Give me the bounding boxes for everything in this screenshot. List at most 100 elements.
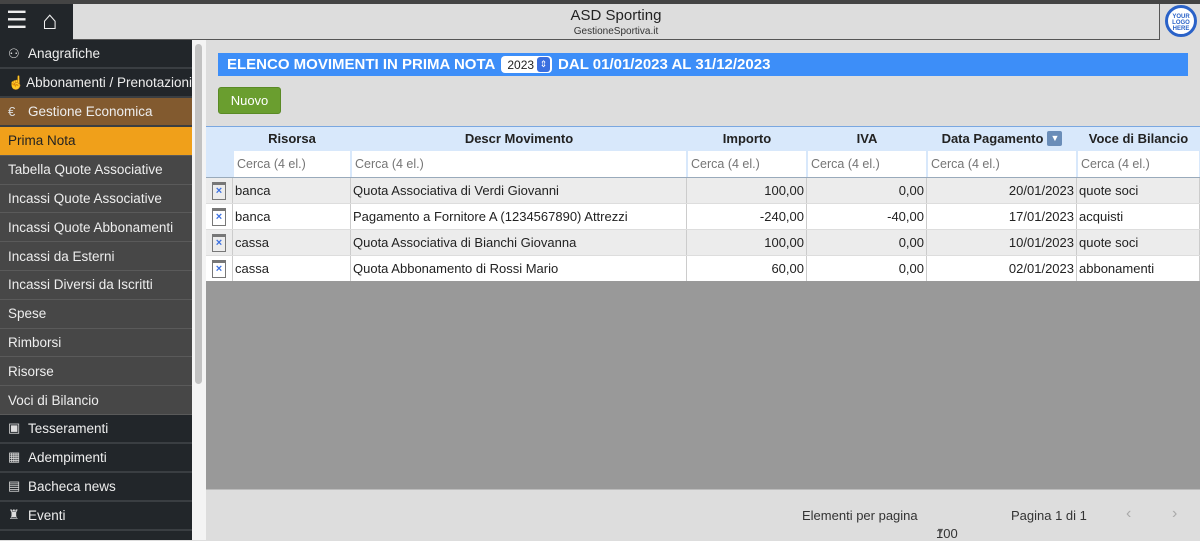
app-subtitle: GestioneSportiva.it xyxy=(573,26,659,37)
app-title: ASD Sporting xyxy=(570,7,662,24)
sidebar-item-label: Incassi Quote Associative xyxy=(8,190,162,206)
cell-descr: Quota Abbonamento di Rossi Mario xyxy=(351,256,687,281)
sort-desc-icon[interactable]: ▼ xyxy=(1047,131,1063,146)
table-row[interactable]: × cassa Quota Abbonamento di Rossi Mario 60… xyxy=(206,256,1200,282)
sidebar-item-bacheca-news[interactable]: ▤ Bacheca news xyxy=(0,473,192,502)
cell-descr: Quota Associativa di Bianchi Giovanna xyxy=(351,230,687,255)
newspaper-icon: ▤ xyxy=(8,478,21,494)
page-info: Pagina 1 di 1 xyxy=(1011,508,1087,523)
next-page-icon[interactable]: › xyxy=(1172,505,1177,523)
sidebar-item-eventi[interactable]: ♜ Eventi xyxy=(0,502,192,531)
filter-risorsa[interactable] xyxy=(234,150,350,177)
trash-icon: × xyxy=(212,181,226,200)
sidebar-item-abbonamenti-prenotazioni[interactable]: ☝ Abbonamenti / Prenotazioni xyxy=(0,69,192,98)
sidebar-item-incassi-diversi-da-iscritti[interactable]: Incassi Diversi da Iscritti xyxy=(0,270,192,300)
cell-voce: quote soci xyxy=(1077,178,1200,203)
sidebar-item-risorse[interactable]: Risorse xyxy=(0,357,192,387)
sidebar-item-gestione-economica[interactable]: € Gestione Economica xyxy=(0,98,192,127)
cell-voce: acquisti xyxy=(1077,204,1200,229)
delete-button[interactable]: × xyxy=(206,204,233,229)
euro-icon: € xyxy=(8,104,16,119)
filter-importo[interactable] xyxy=(688,150,806,177)
sidebar-item-label: Anagrafiche xyxy=(28,46,101,61)
hamburger-menu-icon[interactable]: ☰ xyxy=(6,6,28,35)
col-data-label: Data Pagamento xyxy=(941,131,1044,146)
cell-risorsa: banca xyxy=(233,178,351,203)
sidebar-item-label: Risorse xyxy=(8,363,54,379)
trash-icon: × xyxy=(212,207,226,226)
sidebar-item-rimborsi[interactable]: Rimborsi xyxy=(0,328,192,358)
table-row[interactable]: × cassa Quota Associativa di Bianchi Giova… xyxy=(206,230,1200,256)
col-voce[interactable]: Voce di Bilancio xyxy=(1077,127,1200,150)
filter-row xyxy=(206,150,1200,178)
cell-iva: 0,00 xyxy=(807,256,927,281)
cell-data: 10/01/2023 xyxy=(927,230,1077,255)
filter-iva[interactable] xyxy=(808,150,926,177)
cell-importo: -240,00 xyxy=(687,204,807,229)
sidebar-item-incassi-quote-associative[interactable]: Incassi Quote Associative xyxy=(0,184,192,214)
sidebar-item-label: Tesseramenti xyxy=(28,420,109,436)
sidebar: ⚇ Anagrafiche ☝ Abbonamenti / Prenotazioni €… xyxy=(0,40,192,540)
prev-page-icon[interactable]: ‹ xyxy=(1126,505,1131,523)
scrollbar-thumb[interactable] xyxy=(195,44,202,384)
cell-risorsa: cassa xyxy=(233,230,351,255)
cell-voce: abbonamenti xyxy=(1077,256,1200,281)
table-row[interactable]: × banca Quota Associativa di Verdi Giovann… xyxy=(206,178,1200,204)
col-descr[interactable]: Descr Movimento xyxy=(351,127,687,150)
sidebar-item-label: Spese xyxy=(8,306,47,322)
delete-button[interactable]: × xyxy=(206,230,233,255)
sidebar-item-label: Gestione Economica xyxy=(28,104,153,119)
users-icon: ⚇ xyxy=(8,45,20,61)
sidebar-item-label: Adempimenti xyxy=(28,449,107,465)
id-card-icon: ▣ xyxy=(8,420,21,436)
sidebar-item-label: Abbonamenti / Prenotazioni xyxy=(26,75,192,90)
table-row[interactable]: × banca Pagamento a Fornitore A (123456789… xyxy=(206,204,1200,230)
new-button[interactable]: Nuovo xyxy=(218,87,281,114)
sidebar-item-tesseramenti[interactable]: ▣ Tesseramenti xyxy=(0,415,192,444)
top-left-toolbar: ☰ ⌂ xyxy=(0,4,73,40)
col-iva[interactable]: IVA xyxy=(807,127,927,150)
sidebar-item-tabella-quote-associative[interactable]: Tabella Quote Associative xyxy=(0,155,192,185)
trophy-icon: ♜ xyxy=(8,507,20,523)
per-page-label: Elementi per pagina xyxy=(802,508,918,523)
sidebar-item-label: Bacheca news xyxy=(28,478,116,494)
year-select[interactable]: 2023 ⇕ xyxy=(501,56,553,73)
filter-voce[interactable] xyxy=(1078,150,1199,177)
cell-data: 17/01/2023 xyxy=(927,204,1077,229)
cell-data: 02/01/2023 xyxy=(927,256,1077,281)
sidebar-item-label: Incassi Diversi da Iscritti xyxy=(8,277,153,293)
cell-descr: Pagamento a Fornitore A (1234567890) Att… xyxy=(351,204,687,229)
year-value: 2023 xyxy=(507,57,535,72)
col-importo[interactable]: Importo xyxy=(687,127,807,150)
cell-importo: 100,00 xyxy=(687,230,807,255)
cell-iva: 0,00 xyxy=(807,230,927,255)
sidebar-item-spese[interactable]: Spese xyxy=(0,299,192,329)
table-body: × banca Quota Associativa di Verdi Giovann… xyxy=(206,178,1200,282)
cell-importo: 100,00 xyxy=(687,178,807,203)
sidebar-item-incassi-quote-abbonamenti[interactable]: Incassi Quote Abbonamenti xyxy=(0,213,192,243)
sidebar-item-label: Incassi da Esterni xyxy=(8,248,115,264)
page-title: ELENCO MOVIMENTI IN PRIMA NOTA xyxy=(227,56,496,73)
col-risorsa[interactable]: Risorsa xyxy=(233,127,351,150)
filter-spacer xyxy=(206,150,233,177)
sidebar-item-label: Tabella Quote Associative xyxy=(8,162,163,178)
delete-button[interactable]: × xyxy=(206,256,233,281)
filter-data[interactable] xyxy=(928,150,1076,177)
logo: YOUR LOGO HERE xyxy=(1165,5,1197,37)
sidebar-item-anagrafiche[interactable]: ⚇ Anagrafiche xyxy=(0,40,192,69)
sidebar-scrollbar[interactable] xyxy=(192,40,206,540)
sidebar-item-adempimenti[interactable]: ▦ Adempimenti xyxy=(0,444,192,473)
trash-icon: × xyxy=(212,233,226,252)
home-icon[interactable]: ⌂ xyxy=(42,5,58,36)
sidebar-item-incassi-da-esterni[interactable]: Incassi da Esterni xyxy=(0,242,192,271)
filter-descr[interactable] xyxy=(352,150,686,177)
cell-iva: 0,00 xyxy=(807,178,927,203)
col-data[interactable]: Data Pagamento ▼ xyxy=(927,127,1077,150)
header-spacer xyxy=(206,127,233,150)
sidebar-item-prima-nota[interactable]: Prima Nota xyxy=(0,127,192,156)
date-range: DAL 01/01/2023 AL 31/12/2023 xyxy=(558,56,771,73)
delete-button[interactable]: × xyxy=(206,178,233,203)
calendar-icon: ▦ xyxy=(8,449,21,465)
hand-pointer-icon: ☝ xyxy=(8,74,25,90)
sidebar-item-voci-di-bilancio[interactable]: Voci di Bilancio xyxy=(0,386,192,415)
